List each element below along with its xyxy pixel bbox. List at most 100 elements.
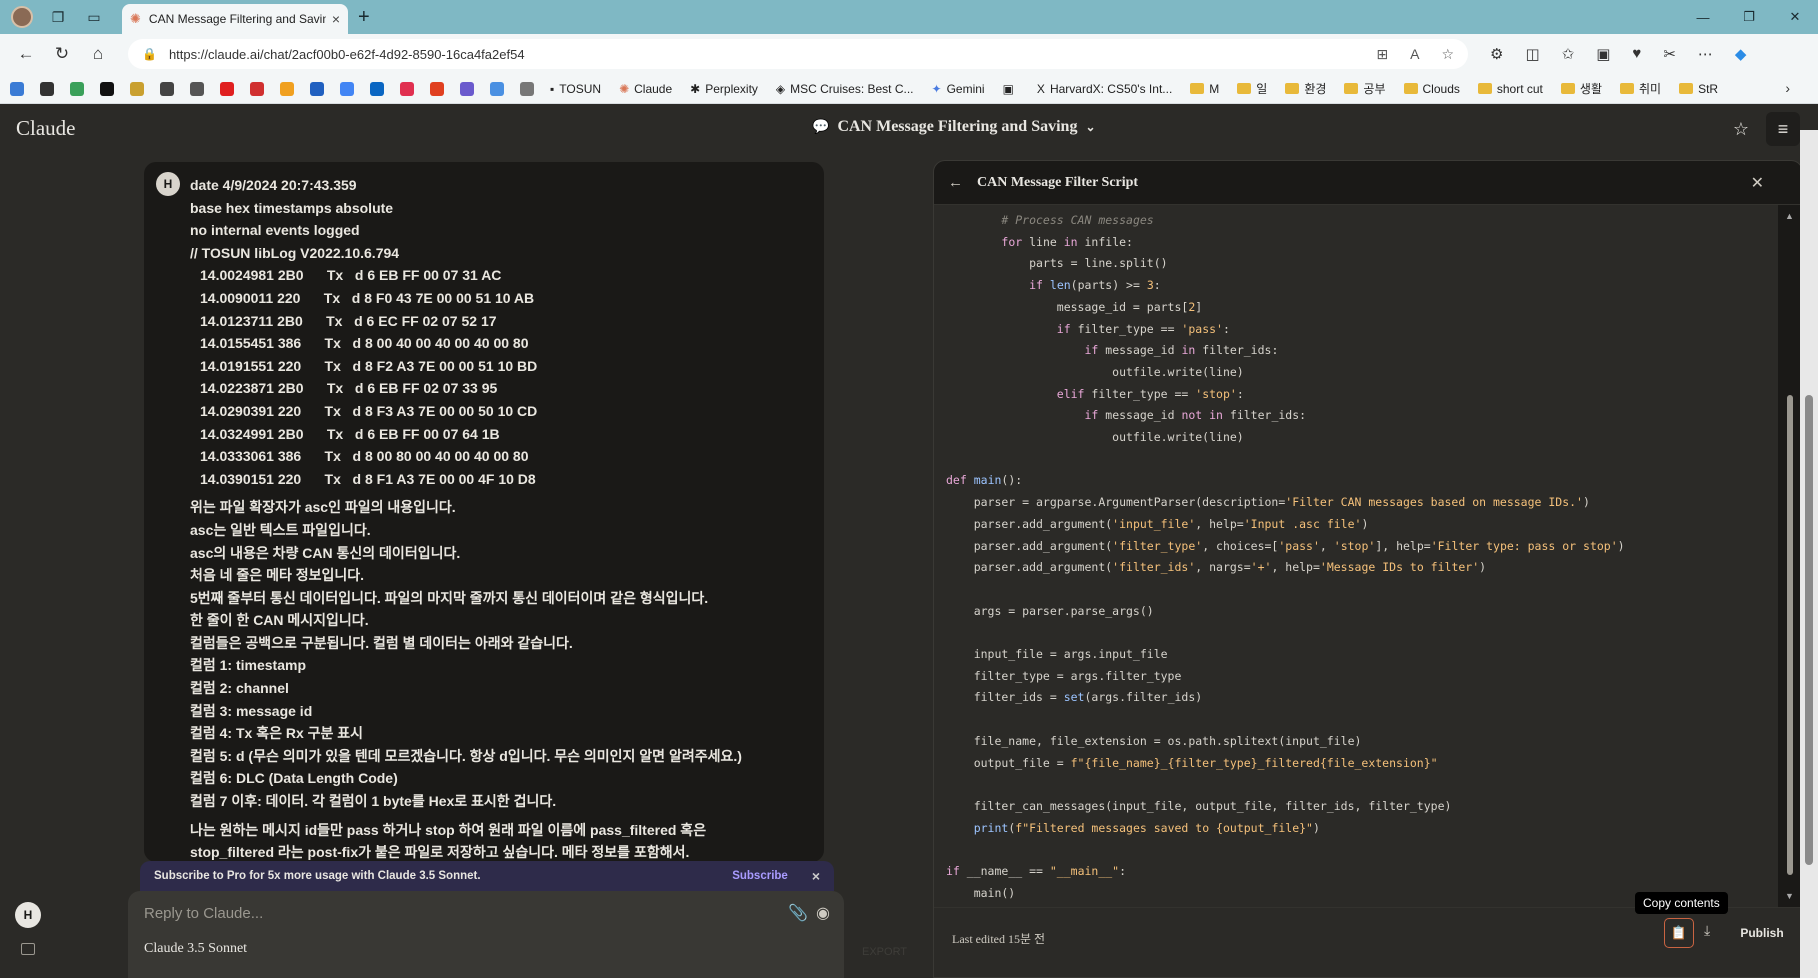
publish-button[interactable]: Publish	[1732, 918, 1792, 948]
bookmarks-overflow-icon[interactable]: ›	[1785, 80, 1790, 96]
bookmark-icon[interactable]	[100, 81, 114, 96]
bookmark-icon[interactable]	[310, 81, 324, 96]
new-tab-button[interactable]: +	[358, 6, 370, 29]
desc-line: 한 줄이 한 CAN 메시지입니다.	[190, 612, 369, 629]
bookmark-icon[interactable]	[130, 81, 144, 96]
code-viewer[interactable]: # Process CAN messages for line in infil…	[934, 205, 1780, 907]
folder-work[interactable]: 일	[1237, 80, 1267, 97]
screenshot-icon[interactable]: ✂	[1663, 45, 1676, 63]
bookmark-icon[interactable]	[460, 81, 474, 96]
camera-icon[interactable]: ◉	[816, 903, 830, 923]
bookmark-icon[interactable]	[280, 81, 294, 96]
close-artifact-icon[interactable]: ✕	[1751, 173, 1764, 193]
desc-line: 처음 네 줄은 메타 정보입니다.	[190, 567, 365, 584]
copy-contents-button[interactable]: 📋	[1664, 918, 1694, 948]
page-scrollbar[interactable]	[1800, 130, 1818, 978]
tosun-icon: ▪	[550, 81, 555, 96]
browser-essentials-icon[interactable]: ♥	[1632, 45, 1641, 63]
claude-logo[interactable]: Claude	[16, 116, 75, 141]
bookmark-icon[interactable]	[160, 81, 174, 96]
bookmark-icon[interactable]	[520, 81, 534, 96]
page-scroll-thumb[interactable]	[1805, 395, 1813, 865]
folder-m[interactable]: M	[1190, 82, 1219, 96]
bookmark-claude[interactable]: ✺ Claude	[619, 82, 672, 96]
folder-shortcut[interactable]: short cut	[1477, 82, 1543, 96]
scroll-down-icon[interactable]: ▼	[1785, 891, 1794, 901]
linkedin-icon[interactable]	[370, 81, 384, 96]
export-ghost-text: EXPORT	[862, 946, 908, 958]
tab-actions-icon[interactable]: ▭	[80, 3, 108, 31]
bookmark-p0[interactable]: ▣	[1003, 82, 1019, 96]
desc-line: 컬럼 4: Tx 혹은 Rx 구분 표시	[190, 725, 364, 742]
folder-hobby[interactable]: 취미	[1620, 80, 1661, 97]
bookmark-harvardx[interactable]: X HarvardX: CS50's Int...	[1037, 82, 1172, 96]
copilot-icon[interactable]: ◆	[1735, 45, 1747, 63]
code-scrollbar[interactable]: ▲ ▼	[1778, 205, 1802, 907]
scroll-thumb[interactable]	[1787, 395, 1793, 875]
artifact-title: CAN Message Filter Script	[977, 174, 1139, 190]
model-selector[interactable]: Claude 3.5 Sonnet	[144, 941, 247, 957]
pocket-icon[interactable]	[400, 81, 414, 96]
request-line: stop_filtered 라는 post-fix가 붙은 파일로 저장하고 싶…	[190, 844, 690, 861]
refresh-icon[interactable]: ↻	[44, 44, 80, 64]
subscribe-link[interactable]: Subscribe	[732, 870, 788, 882]
more-icon[interactable]: ⋯	[1698, 45, 1713, 63]
extensions-icon[interactable]: ⚙	[1490, 45, 1503, 63]
favorites-icon[interactable]: ✩	[1562, 45, 1575, 63]
favorite-star-icon[interactable]: ☆	[1441, 46, 1454, 63]
folder-str[interactable]: StR	[1679, 82, 1718, 96]
desc-line: 컬럼 5: d (무슨 의미가 있을 텐데 모르겠습니다. 항상 d입니다. 무…	[190, 747, 742, 764]
close-banner-icon[interactable]: ×	[812, 868, 820, 884]
github-icon[interactable]	[40, 81, 54, 96]
settings-sliders-icon[interactable]: ≡	[1766, 112, 1800, 146]
lock-icon[interactable]: 🔒	[142, 47, 157, 61]
bookmark-icon[interactable]	[190, 81, 204, 96]
google-icon[interactable]	[340, 81, 354, 96]
home-icon[interactable]: ⌂	[80, 44, 116, 64]
bookmark-icon[interactable]	[10, 81, 24, 96]
restore-icon[interactable]: ❐	[1726, 0, 1772, 34]
bookmark-perplexity[interactable]: ✱ Perplexity	[690, 82, 758, 96]
browser-tab[interactable]: ✺ CAN Message Filtering and Saving ×	[122, 4, 348, 34]
message-line: base hex timestamps absolute	[190, 199, 394, 216]
youtube-icon[interactable]	[220, 81, 234, 96]
translate-icon[interactable]	[490, 81, 504, 96]
folder-icon	[1237, 83, 1252, 94]
apps-icon[interactable]: ⊞	[1376, 46, 1388, 63]
bookmark-icon[interactable]	[70, 81, 84, 96]
x-icon: X	[1036, 81, 1045, 96]
sidebar-user-avatar[interactable]: H	[15, 902, 41, 928]
bookmark-icon[interactable]	[430, 81, 444, 96]
profile-avatar[interactable]	[8, 3, 36, 31]
back-arrow-icon[interactable]: ←	[948, 174, 963, 191]
bookmark-tosun[interactable]: ▪ TOSUN	[550, 82, 601, 96]
star-icon[interactable]: ☆	[1724, 112, 1758, 146]
folder-life[interactable]: 생활	[1560, 80, 1602, 97]
bookmark-msc[interactable]: ◈ MSC Cruises: Best C...	[776, 82, 914, 96]
folder-icon	[1403, 83, 1418, 94]
sidebar-toggle-icon[interactable]	[21, 943, 35, 955]
url-field[interactable]: 🔒 https://claude.ai/chat/2acf00b0-e62f-4…	[128, 39, 1468, 69]
tab-close-icon[interactable]: ×	[332, 11, 340, 27]
reply-input-box[interactable]: Reply to Claude... 📎 ◉ Claude 3.5 Sonnet	[128, 891, 844, 978]
url-text: https://claude.ai/chat/2acf00b0-e62f-4d9…	[168, 46, 525, 62]
folder-env[interactable]: 환경	[1285, 80, 1326, 97]
download-icon[interactable]: ⤓	[1704, 922, 1710, 939]
close-window-icon[interactable]: ✕	[1772, 0, 1818, 34]
reply-input[interactable]: Reply to Claude...	[144, 905, 263, 922]
claude-favicon-icon: ✺	[130, 11, 141, 26]
paperclip-icon[interactable]: 📎	[788, 903, 808, 923]
bookmark-gemini[interactable]: ✦ Gemini	[932, 82, 985, 96]
collections-icon[interactable]: ▣	[1596, 45, 1610, 63]
scroll-up-icon[interactable]: ▲	[1785, 211, 1794, 221]
workspaces-icon[interactable]: ❐	[44, 3, 72, 31]
minimize-icon[interactable]: —	[1680, 0, 1726, 34]
folder-clouds[interactable]: Clouds	[1403, 82, 1460, 96]
data-line: 14.0090011 220 Tx d 8 F0 43 7E 00 00 51 …	[200, 289, 535, 306]
bookmark-icon[interactable]	[250, 81, 264, 96]
read-aloud-icon[interactable]: A	[1410, 46, 1419, 63]
folder-study[interactable]: 공부	[1344, 80, 1386, 97]
split-screen-icon[interactable]: ◫	[1525, 45, 1539, 63]
back-icon[interactable]: ←	[8, 44, 44, 64]
chat-title-dropdown[interactable]: 💬 CAN Message Filtering and Saving ⌄	[812, 118, 1096, 136]
